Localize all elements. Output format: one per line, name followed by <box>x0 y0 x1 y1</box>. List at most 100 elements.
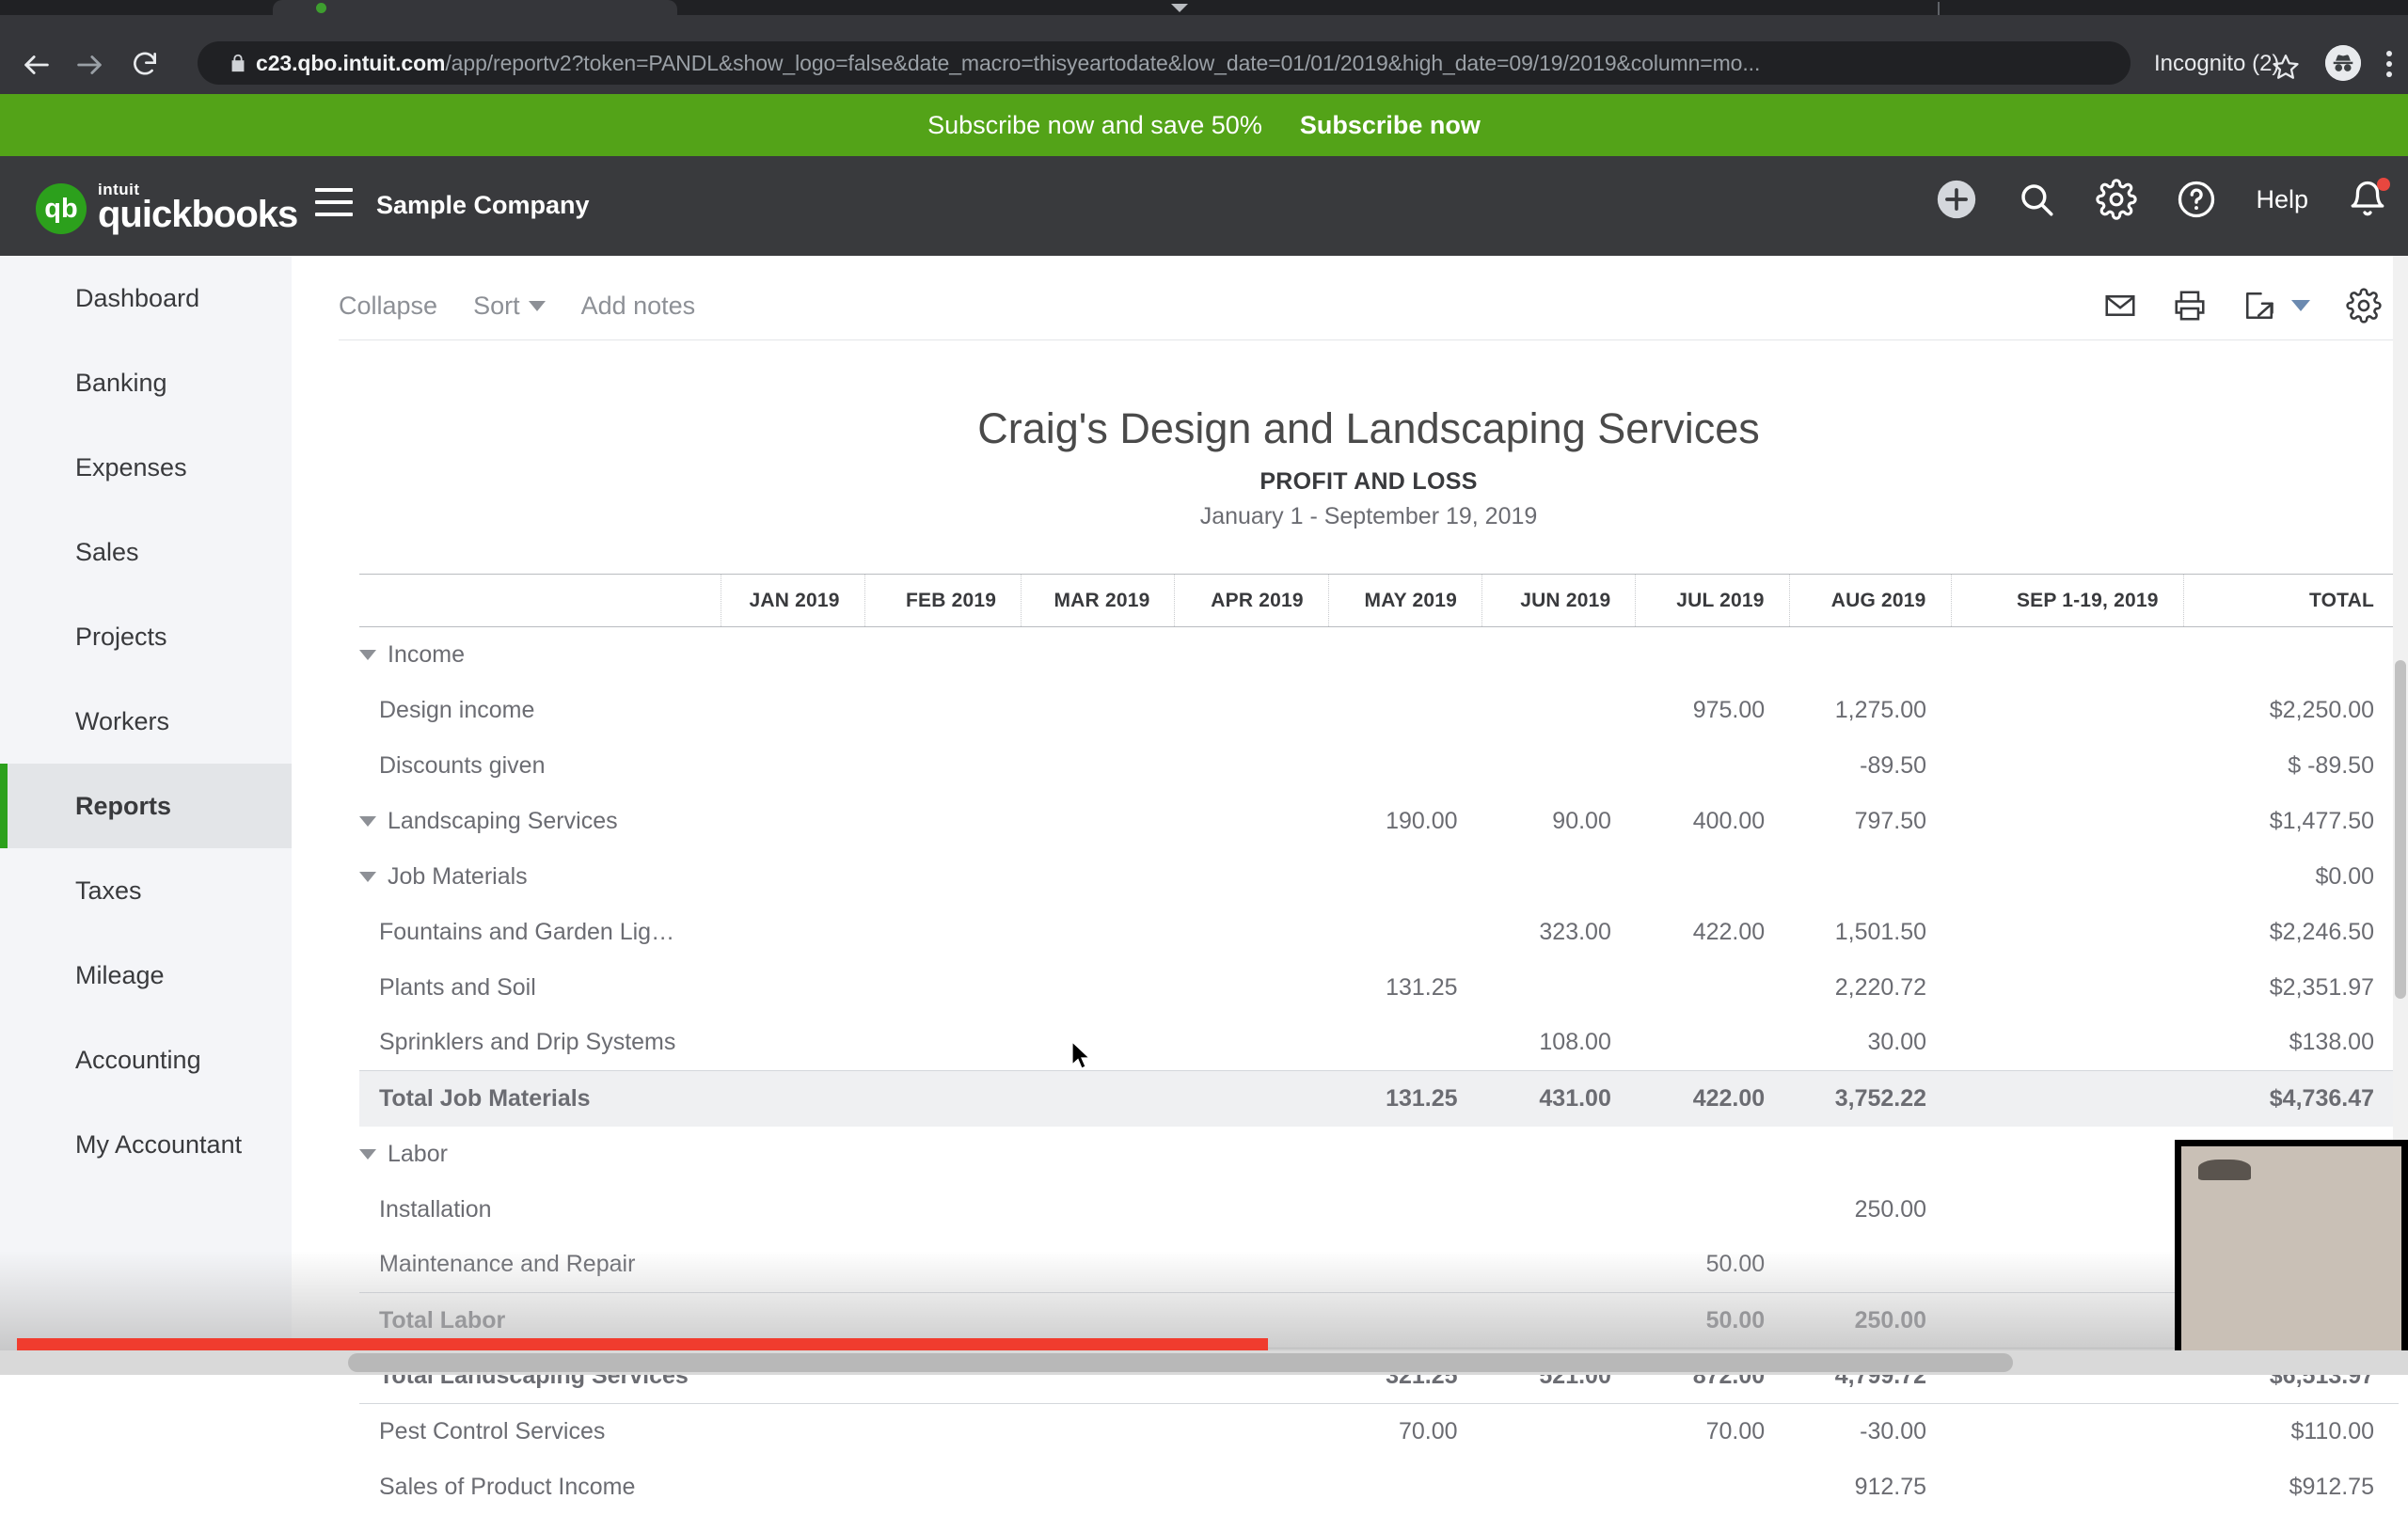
sidebar-item-projects[interactable]: Projects <box>0 594 292 679</box>
amount-cell[interactable]: 431.00 <box>1482 1071 1636 1127</box>
amount-cell[interactable]: 422.00 <box>1636 1071 1789 1127</box>
gear-icon[interactable] <box>2096 179 2137 220</box>
export-icon[interactable] <box>2242 289 2276 323</box>
table-row[interactable]: Fountains and Garden Lig…323.00422.001,5… <box>359 905 2399 960</box>
quickbooks-label: quickbooks <box>98 194 297 236</box>
table-row[interactable]: Sprinklers and Drip Systems108.0030.00$1… <box>359 1016 2399 1071</box>
sidebar-item-sales[interactable]: Sales <box>0 510 292 594</box>
table-row[interactable]: Landscaping Services190.0090.00400.00797… <box>359 794 2399 849</box>
chevron-down-icon[interactable] <box>2291 300 2310 311</box>
help-label[interactable]: Help <box>2256 185 2308 214</box>
total-cell[interactable]: $2,250.00 <box>2183 683 2399 738</box>
collapse-triangle-icon[interactable] <box>359 1149 376 1160</box>
amount-cell <box>1175 905 1328 960</box>
bell-icon[interactable] <box>2348 180 2387 219</box>
amount-cell[interactable]: 797.50 <box>1789 794 1951 849</box>
gear-icon[interactable] <box>2346 288 2382 324</box>
add-notes-button[interactable]: Add notes <box>581 292 696 321</box>
chevron-down-icon[interactable] <box>1171 4 1188 12</box>
amount-cell[interactable]: 90.00 <box>1482 794 1636 849</box>
horizontal-scrollbar-thumb[interactable] <box>348 1353 2013 1372</box>
browser-tab[interactable] <box>273 0 677 15</box>
sidebar-item-accounting[interactable]: Accounting <box>0 1018 292 1102</box>
sidebar-item-my-accountant[interactable]: My Accountant <box>0 1102 292 1187</box>
total-cell[interactable]: $2,351.97 <box>2183 960 2399 1016</box>
reload-icon[interactable] <box>130 49 160 79</box>
table-row[interactable]: Total Job Materials131.25431.00422.003,7… <box>359 1071 2399 1127</box>
amount-cell[interactable]: 1,275.00 <box>1789 683 1951 738</box>
collapse-triangle-icon[interactable] <box>359 872 376 882</box>
sidebar-item-mileage[interactable]: Mileage <box>0 933 292 1018</box>
amount-cell[interactable]: 70.00 <box>1328 1404 1481 1460</box>
printer-icon[interactable] <box>2173 289 2207 323</box>
table-row[interactable]: Sales of Product Income912.75$912.75 <box>359 1460 2399 1515</box>
amount-cell[interactable]: 2,220.72 <box>1789 960 1951 1016</box>
sidebar-item-dashboard[interactable]: Dashboard <box>0 256 292 340</box>
amount-cell[interactable]: 30.00 <box>1789 1016 1951 1071</box>
table-row[interactable]: Income <box>359 627 2399 683</box>
amount-cell[interactable]: 190.00 <box>1328 794 1481 849</box>
table-row[interactable]: Installation250.00$250.00 <box>359 1182 2399 1238</box>
total-cell[interactable]: $1,477.50 <box>2183 794 2399 849</box>
quickbooks-logo[interactable]: qb intuit quickbooks <box>36 181 297 236</box>
table-row[interactable]: Discounts given-89.50$ -89.50 <box>359 738 2399 794</box>
sidebar-item-banking[interactable]: Banking <box>0 340 292 425</box>
amount-cell[interactable]: 70.00 <box>1636 1404 1789 1460</box>
total-cell[interactable]: $912.75 <box>2183 1460 2399 1515</box>
table-row[interactable]: Plants and Soil131.252,220.72$2,351.97 <box>359 960 2399 1016</box>
envelope-icon[interactable] <box>2103 289 2137 323</box>
amount-cell[interactable]: 131.25 <box>1328 1071 1481 1127</box>
amount-cell[interactable]: 323.00 <box>1482 905 1636 960</box>
total-cell[interactable]: $2,246.50 <box>2183 905 2399 960</box>
collapse-button[interactable]: Collapse <box>339 292 437 321</box>
hamburger-menu-icon[interactable] <box>315 188 353 216</box>
total-cell[interactable]: $4,736.47 <box>2183 1071 2399 1127</box>
question-circle-icon[interactable] <box>2177 180 2216 219</box>
horizontal-scrollbar[interactable] <box>0 1350 2408 1375</box>
collapse-triangle-icon[interactable] <box>359 650 376 660</box>
sort-button[interactable]: Sort <box>473 292 546 321</box>
table-row[interactable]: Labor$0.00 <box>359 1127 2399 1182</box>
amount-cell[interactable]: 50.00 <box>1636 1293 1789 1349</box>
table-row[interactable]: Design income 975.001,275.00 $2,250.00 <box>359 683 2399 738</box>
amount-cell[interactable]: 400.00 <box>1636 794 1789 849</box>
sidebar-item-taxes[interactable]: Taxes <box>0 848 292 933</box>
amount-cell <box>1328 1127 1481 1182</box>
total-cell[interactable]: $110.00 <box>2183 1404 2399 1460</box>
subscribe-now-link[interactable]: Subscribe now <box>1300 111 1481 140</box>
total-cell[interactable]: $ -89.50 <box>2183 738 2399 794</box>
company-name[interactable]: Sample Company <box>376 191 590 220</box>
row-label: Design income <box>379 697 534 724</box>
total-cell[interactable]: $0.00 <box>2183 849 2399 905</box>
amount-cell[interactable]: 250.00 <box>1789 1182 1951 1238</box>
incognito-avatar-icon[interactable] <box>2325 45 2361 81</box>
kebab-menu-icon[interactable] <box>2386 51 2392 77</box>
amount-cell[interactable]: 1,501.50 <box>1789 905 1951 960</box>
table-row[interactable]: Job Materials$0.00 <box>359 849 2399 905</box>
sidebar-item-expenses[interactable]: Expenses <box>0 425 292 510</box>
back-arrow-icon[interactable] <box>21 49 53 81</box>
amount-cell[interactable]: 912.75 <box>1789 1460 1951 1515</box>
collapse-triangle-icon[interactable] <box>359 816 376 827</box>
table-row[interactable]: Maintenance and Repair50.00$50.00 <box>359 1238 2399 1293</box>
amount-cell[interactable]: 422.00 <box>1636 905 1789 960</box>
amount-cell[interactable]: 3,752.22 <box>1789 1071 1951 1127</box>
amount-cell[interactable]: 250.00 <box>1789 1293 1951 1349</box>
plus-circle-icon[interactable] <box>1936 179 1977 220</box>
search-icon[interactable] <box>2017 180 2056 219</box>
amount-cell[interactable]: 50.00 <box>1636 1238 1789 1293</box>
amount-cell[interactable]: 131.25 <box>1328 960 1481 1016</box>
total-cell[interactable]: $138.00 <box>2183 1016 2399 1071</box>
sidebar-item-workers[interactable]: Workers <box>0 679 292 764</box>
row-label: Income <box>388 641 465 669</box>
amount-cell[interactable]: 975.00 <box>1636 683 1789 738</box>
vertical-scrollbar-thumb[interactable] <box>2395 660 2406 999</box>
table-row[interactable]: Pest Control Services70.0070.00-30.00$11… <box>359 1404 2399 1460</box>
amount-cell[interactable]: -30.00 <box>1789 1404 1951 1460</box>
amount-cell[interactable]: 108.00 <box>1482 1016 1636 1071</box>
forward-arrow-icon[interactable] <box>73 49 105 81</box>
amount-cell[interactable]: -89.50 <box>1789 738 1951 794</box>
profile-label[interactable]: Incognito (2) <box>2154 51 2279 77</box>
address-bar[interactable]: c23.qbo.intuit.com/app/reportv2?token=PA… <box>198 41 2131 85</box>
sidebar-item-reports[interactable]: Reports <box>0 764 292 848</box>
